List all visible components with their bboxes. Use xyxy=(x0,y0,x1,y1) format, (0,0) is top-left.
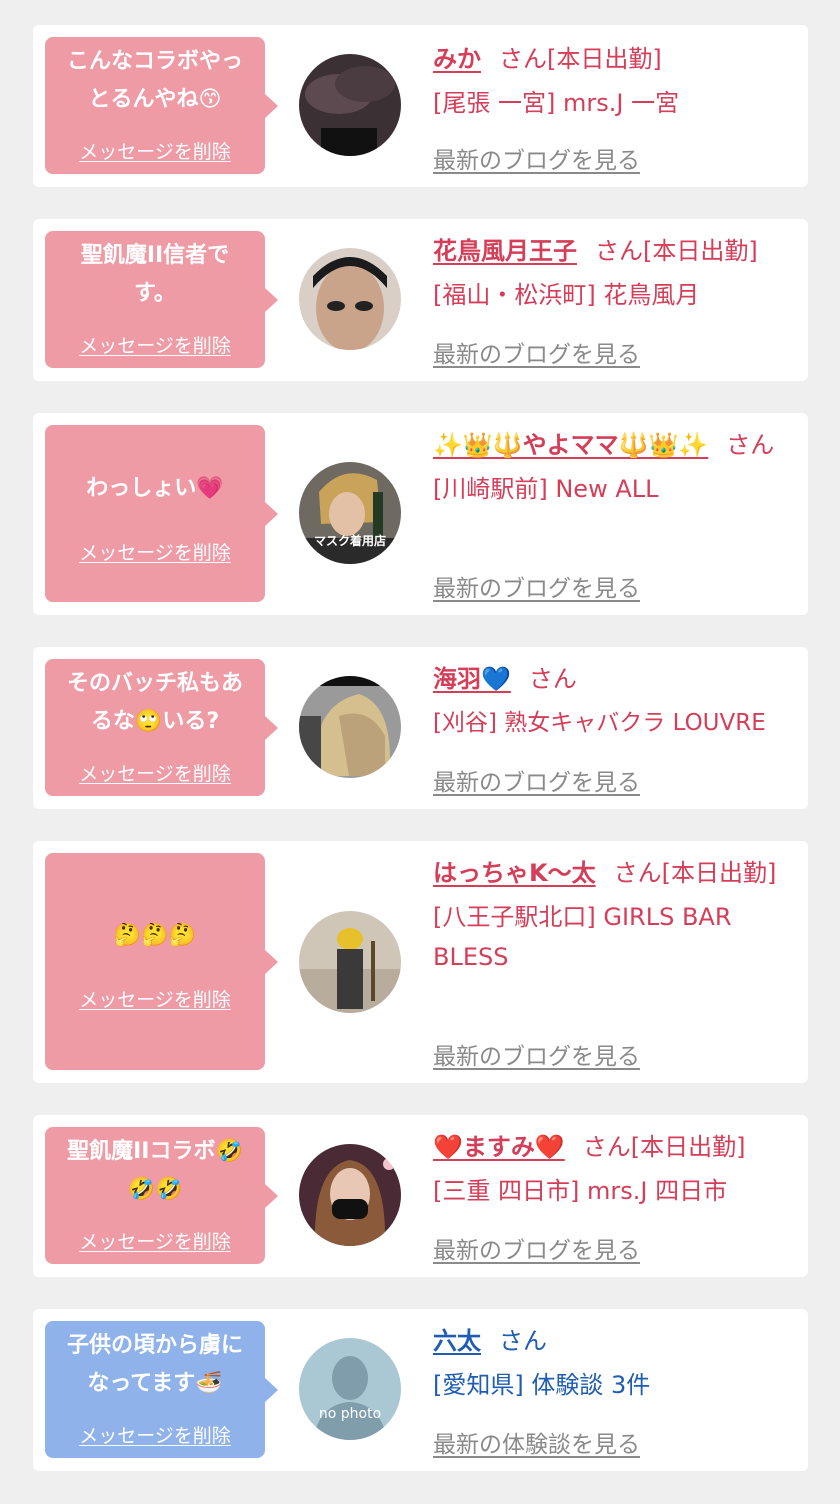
delete-message-link[interactable]: メッセージを削除 xyxy=(45,985,265,1012)
shop-location: [八王子駅北口] GIRLS BAR BLESS xyxy=(433,903,732,971)
latest-blog-link[interactable]: 最新のブログを見る xyxy=(433,141,640,175)
shop-location: [福山・松浜町] 花鳥風月 xyxy=(433,281,700,309)
latest-blog-link[interactable]: 最新のブログを見る xyxy=(433,569,640,603)
avatar[interactable] xyxy=(299,1144,401,1246)
avatar[interactable] xyxy=(299,248,401,350)
avatar-photo xyxy=(299,54,401,156)
message-text: わっしょい💗 xyxy=(86,476,224,501)
message-card: 聖飢魔IIコラボ🤣 🤣🤣 メッセージを削除 ❤️ますみ❤️ さん[本日出勤] [三… xyxy=(33,1115,808,1277)
message-bubble: 聖飢魔IIコラボ🤣 🤣🤣 メッセージを削除 xyxy=(45,1127,278,1264)
avatar-photo xyxy=(299,1144,401,1246)
message-bubble: こんなコラボやっ とるんやね😙 メッセージを削除 xyxy=(45,37,278,174)
avatar[interactable] xyxy=(299,911,401,1013)
message-bubble: 子供の頃から虜に なってます🍜 メッセージを削除 xyxy=(45,1321,278,1458)
message-text: 🤔🤔🤔 xyxy=(113,923,197,948)
avatar[interactable]: マスク着用店 xyxy=(299,462,401,564)
latest-blog-link[interactable]: 最新のブログを見る xyxy=(433,763,640,797)
avatar[interactable]: no photo xyxy=(299,1338,401,1440)
latest-blog-link[interactable]: 最新のブログを見る xyxy=(433,1231,640,1265)
latest-blog-link[interactable]: 最新のブログを見る xyxy=(433,335,640,369)
status-label: [本日出勤] xyxy=(661,859,777,887)
user-name-link[interactable]: 海羽💙 xyxy=(433,665,511,693)
latest-blog-link[interactable]: 最新のブログを見る xyxy=(433,1037,640,1071)
message-card: 聖飢魔II信者で す。 メッセージを削除 花鳥風月王子 さん[本日出勤] [福山・… xyxy=(33,219,808,381)
user-name-link[interactable]: はっちゃK〜太 xyxy=(433,859,596,887)
shop-location: [三重 四日市] mrs.J 四日市 xyxy=(433,1177,728,1205)
delete-message-link[interactable]: メッセージを削除 xyxy=(45,538,265,565)
message-text: るな🙄いる? xyxy=(90,709,220,734)
message-list: こんなコラボやっ とるんやね😙 メッセージを削除 みか さん[本日出勤] [尾張 … xyxy=(0,0,840,1504)
delete-message-link[interactable]: メッセージを削除 xyxy=(45,331,265,358)
user-name-link[interactable]: 花鳥風月王子 xyxy=(433,237,577,265)
avatar-placeholder-icon xyxy=(299,1338,401,1440)
avatar-photo xyxy=(299,911,401,1013)
status-label: [本日出勤] xyxy=(630,1133,746,1161)
message-card: 🤔🤔🤔 メッセージを削除 はっちゃK〜太 さん[本日出勤] [八王子駅北口] GI… xyxy=(33,841,808,1083)
avatar-caption: マスク着用店 xyxy=(313,534,386,548)
message-text: こんなコラボやっ xyxy=(66,49,243,74)
honorific: さん xyxy=(499,45,547,73)
delete-message-link[interactable]: メッセージを削除 xyxy=(45,137,265,164)
shop-location: [刈谷] 熟女キャバクラ LOUVRE xyxy=(433,710,766,736)
message-text: す。 xyxy=(134,281,176,306)
message-bubble: 聖飢魔II信者で す。 メッセージを削除 xyxy=(45,231,278,368)
delete-message-link[interactable]: メッセージを削除 xyxy=(45,1227,265,1254)
status-label: [本日出勤] xyxy=(547,45,662,73)
message-card: こんなコラボやっ とるんやね😙 メッセージを削除 みか さん[本日出勤] [尾張 … xyxy=(33,25,808,187)
avatar[interactable] xyxy=(299,676,401,778)
message-bubble: 🤔🤔🤔 メッセージを削除 xyxy=(45,853,278,1070)
message-bubble: わっしょい💗 メッセージを削除 xyxy=(45,425,278,602)
user-name-link[interactable]: 六太 xyxy=(433,1327,481,1355)
avatar-photo xyxy=(299,676,401,778)
report-location: [愛知県] 体験談 3件 xyxy=(433,1371,651,1399)
user-name-link[interactable]: ✨👑🔱やよママ🔱👑✨ xyxy=(433,431,708,459)
message-text: そのバッチ私もあ xyxy=(66,671,243,696)
message-text: とるんやね😙 xyxy=(88,87,222,112)
message-text: 子供の頃から虜に xyxy=(66,1333,243,1358)
message-bubble: そのバッチ私もあ るな🙄いる? メッセージを削除 xyxy=(45,659,278,796)
user-name-link[interactable]: ❤️ますみ❤️ xyxy=(433,1133,565,1161)
message-text: なってます🍜 xyxy=(87,1371,223,1396)
avatar-photo xyxy=(299,248,401,350)
avatar-caption: no photo xyxy=(318,1406,382,1422)
honorific: さん xyxy=(613,859,662,887)
avatar[interactable] xyxy=(299,54,401,156)
honorific: さん xyxy=(528,665,577,693)
status-label: [本日出勤] xyxy=(643,237,758,265)
message-card: わっしょい💗 メッセージを削除 マスク着用店 ✨👑🔱やよママ🔱👑✨ さん [川崎駅… xyxy=(33,413,808,615)
honorific: さん xyxy=(595,237,643,265)
honorific: さん xyxy=(582,1133,631,1161)
honorific: さん xyxy=(499,1327,547,1355)
shop-location: [尾張 一宮] mrs.J 一宮 xyxy=(433,89,680,117)
message-text: 聖飢魔IIコラボ🤣 xyxy=(67,1139,243,1164)
message-card: 子供の頃から虜に なってます🍜 メッセージを削除 no photo 六太 さん [… xyxy=(33,1309,808,1471)
delete-message-link[interactable]: メッセージを削除 xyxy=(45,759,265,786)
honorific: さん xyxy=(726,431,775,459)
latest-report-link[interactable]: 最新の体験談を見る xyxy=(433,1425,640,1459)
shop-location: [川崎駅前] New ALL xyxy=(433,475,659,503)
user-name-link[interactable]: みか xyxy=(433,45,481,73)
delete-message-link[interactable]: メッセージを削除 xyxy=(45,1421,265,1448)
message-text: 🤣🤣 xyxy=(127,1177,183,1202)
message-card: そのバッチ私もあ るな🙄いる? メッセージを削除 海羽💙 さん [刈谷] 熟女キャ… xyxy=(33,647,808,809)
message-text: 聖飢魔II信者で xyxy=(80,243,230,268)
